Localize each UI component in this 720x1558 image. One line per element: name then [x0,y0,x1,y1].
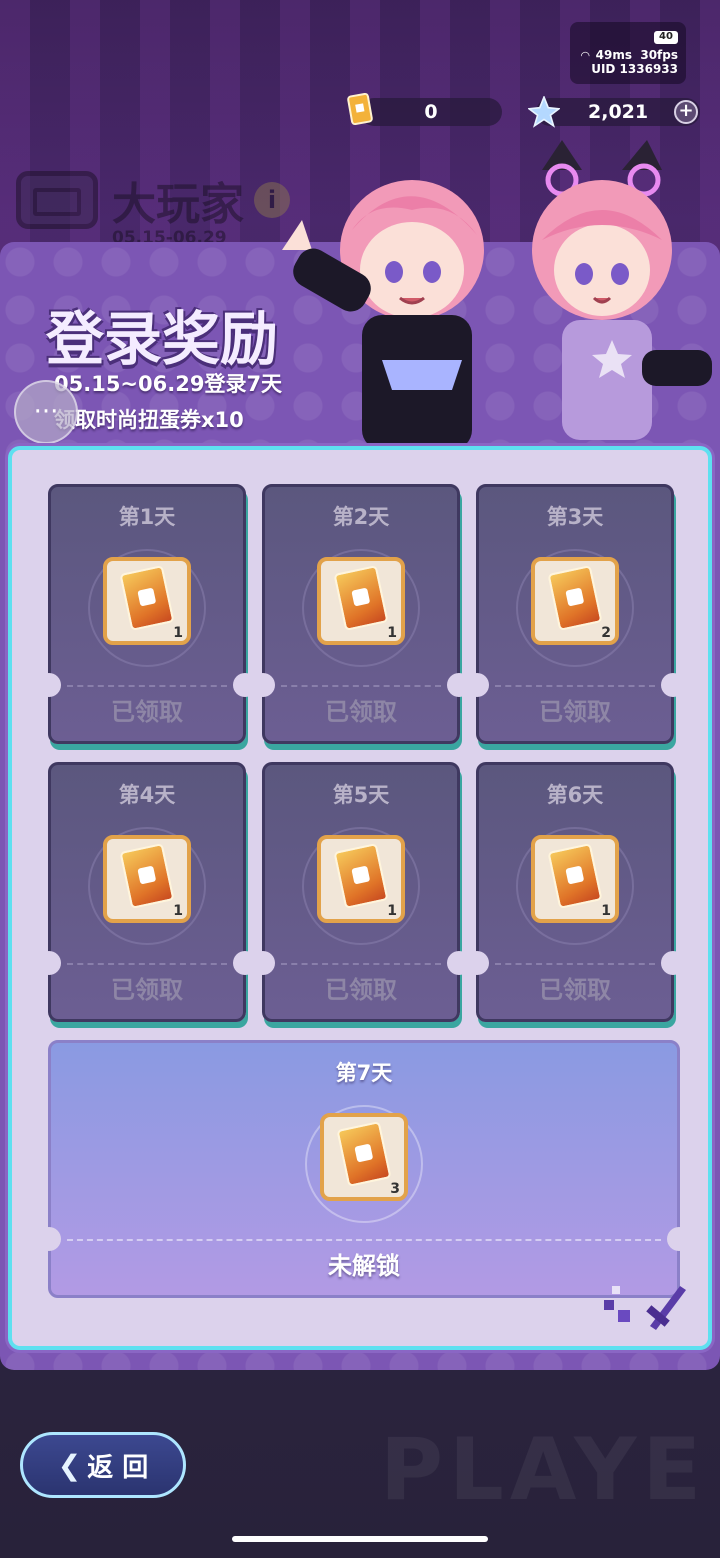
day-card-2[interactable]: 第2天 1 已领取 [251,484,471,744]
day-label: 第5天 [332,783,390,807]
claim-status: 已领取 [539,976,611,1004]
gem-count: 2,021 [588,101,649,123]
modal-subtitle-line1: 05.15~06.29登录7天 [54,372,283,396]
pixel-sword-icon [604,1286,686,1330]
gacha-ticket-icon: 1 [103,557,191,645]
gacha-ticket-icon: 1 [317,557,405,645]
day-label: 第1天 [118,505,176,529]
day-card-5[interactable]: 第5天 1 已领取 [251,762,471,1022]
star-gem-icon [528,96,560,128]
background-deco-text: PLAYE [380,1420,708,1520]
reward-count: 1 [387,625,397,641]
reward-count: 3 [390,1181,400,1197]
game-header: 大玩家 i [16,168,290,232]
day-card-3[interactable]: 第3天 2 已领取 [465,484,685,744]
reward-count: 1 [173,903,183,919]
reward-count: 2 [601,625,611,641]
claim-status: 已领取 [111,698,183,726]
back-label: 返 回 [87,1452,149,1483]
gacha-ticket-icon: 1 [531,835,619,923]
network-status-panel: 40 ◠ 49ms 30fps UID 1336933 [570,22,686,84]
reward-panel: 第1天 1 已领取 第2天 1 已领取 第3天 2 已领取 第4天 1 已领取 … [8,446,712,1350]
day-label: 第2天 [332,505,390,529]
modal-title: 登录奖励 [46,305,279,373]
day-label: 第3天 [546,505,604,529]
day-label: 第4天 [118,783,176,807]
day-card-4[interactable]: 第4天 1 已领取 [37,762,257,1022]
battery-icon: 40 [654,31,678,44]
day-card-6[interactable]: 第6天 1 已领取 [465,762,685,1022]
reward-count: 1 [601,903,611,919]
gacha-ticket-icon: 1 [317,835,405,923]
claim-status: 已领取 [325,698,397,726]
day-label: 第6天 [546,783,604,807]
day-card-7[interactable]: 第7天 3 未解锁 [37,1040,691,1298]
fps-value: 30fps [640,48,678,62]
ticket-currency: 0 [347,92,502,126]
claim-status: 未解锁 [328,1252,400,1280]
reward-count: 1 [173,625,183,641]
reward-count: 1 [387,903,397,919]
gem-currency: 2,021 + [528,96,700,128]
claim-status: 已领取 [325,976,397,1004]
ticket-count: 0 [424,101,438,123]
back-button[interactable]: ❮ 返 回 [20,1432,186,1498]
modal-subtitle-line2: 领取时尚扭蛋券x10 [54,408,244,432]
tv-icon [16,171,98,229]
wifi-icon: ◠ [580,49,590,62]
ping-value: 49ms [595,48,632,62]
claim-status: 已领取 [111,976,183,1004]
ticket-icon [347,92,373,126]
day-card-1[interactable]: 第1天 1 已领取 [37,484,257,744]
game-title: 大玩家 [112,179,244,230]
characters-illustration [282,140,712,450]
gacha-ticket-icon: 2 [531,557,619,645]
gacha-ticket-icon: 3 [320,1113,408,1201]
claim-status: 已领取 [539,698,611,726]
day-label: 第7天 [335,1061,393,1085]
gacha-ticket-icon: 1 [103,835,191,923]
back-arrow-icon: ❮ [57,1448,82,1482]
chat-icon[interactable]: ··· [14,380,78,444]
home-indicator[interactable] [232,1536,488,1542]
add-gems-button[interactable]: + [674,100,698,124]
uid-label: UID 1336933 [591,62,678,76]
